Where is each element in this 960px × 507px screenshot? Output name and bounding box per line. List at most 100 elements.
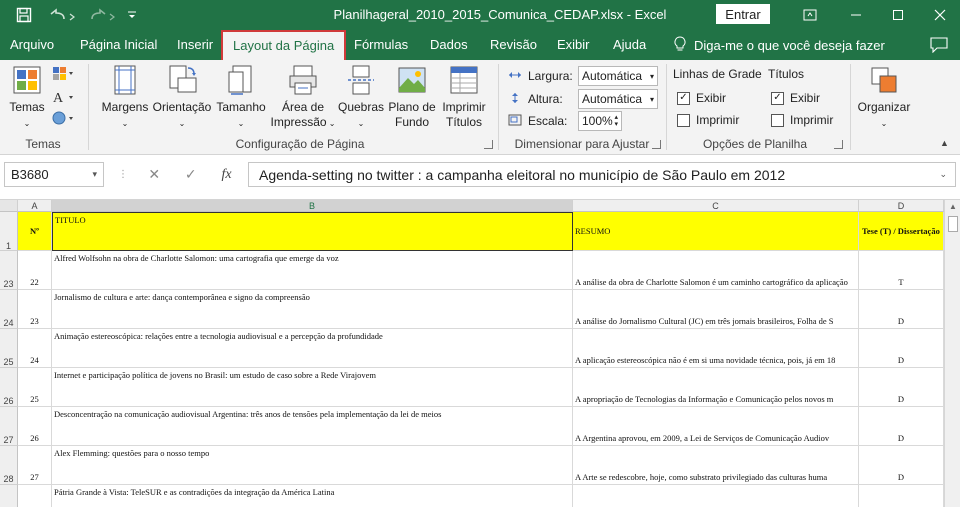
- tab-file[interactable]: Arquivo: [10, 30, 54, 60]
- customize-quick-access-icon[interactable]: [124, 4, 140, 26]
- table-cell-type[interactable]: T: [859, 251, 944, 290]
- table-cell-type[interactable]: D: [859, 368, 944, 407]
- gridlines-view-checkbox[interactable]: ✓: [677, 91, 690, 105]
- column-header-b[interactable]: B: [52, 200, 573, 212]
- cancel-icon[interactable]: ✕: [148, 166, 160, 183]
- collapse-ribbon-icon[interactable]: ▲: [940, 138, 949, 148]
- themes-button[interactable]: Temas ⌄: [6, 64, 48, 131]
- more-options-icon[interactable]: ⋮: [118, 169, 128, 180]
- name-box[interactable]: B3680 ▾: [4, 162, 104, 187]
- tab-home[interactable]: Página Inicial: [80, 30, 157, 60]
- table-cell-number[interactable]: [18, 485, 52, 507]
- table-cell-summary[interactable]: A apropriação de Tecnologias da Informaç…: [573, 368, 859, 407]
- column-header-a[interactable]: A: [18, 200, 52, 212]
- gridlines-view-option[interactable]: ✓ Exibir: [677, 91, 726, 105]
- column-header-c[interactable]: C: [573, 200, 859, 212]
- table-cell-title[interactable]: Desconcentração na comunicação audiovisu…: [52, 407, 573, 446]
- size-button[interactable]: Tamanho ⌄: [214, 64, 268, 131]
- theme-fonts-icon[interactable]: A: [52, 88, 76, 111]
- sign-in-button[interactable]: Entrar: [716, 4, 770, 24]
- table-cell-type[interactable]: D: [859, 446, 944, 485]
- background-button[interactable]: Plano de Fundo: [386, 64, 438, 130]
- undo-icon[interactable]: [44, 4, 80, 26]
- table-cell-number[interactable]: 25: [18, 368, 52, 407]
- margins-button[interactable]: Margens ⌄: [100, 64, 150, 131]
- minimize-icon[interactable]: [836, 0, 876, 30]
- table-cell-title[interactable]: Jornalismo de cultura e arte: dança cont…: [52, 290, 573, 329]
- close-icon[interactable]: [920, 0, 960, 30]
- table-cell-type[interactable]: D: [859, 407, 944, 446]
- print-area-button[interactable]: Área de Impressão ⌄: [268, 64, 338, 131]
- table-cell-number[interactable]: 23: [18, 290, 52, 329]
- table-cell-type[interactable]: D: [859, 290, 944, 329]
- row-header[interactable]: 26: [0, 368, 18, 407]
- enter-icon[interactable]: ✓: [185, 166, 197, 183]
- table-cell-summary[interactable]: A análise do Jornalismo Cultural (JC) em…: [573, 290, 859, 329]
- gridlines-print-option[interactable]: Imprimir: [677, 113, 739, 127]
- sheet-options-dialog-launcher-icon[interactable]: [834, 140, 843, 149]
- row-header[interactable]: 23: [0, 251, 18, 290]
- table-cell-summary[interactable]: A aplicação estereoscópica não é em si u…: [573, 329, 859, 368]
- table-cell-summary[interactable]: A análise da obra de Charlotte Salomon é…: [573, 251, 859, 290]
- table-cell-summary[interactable]: [573, 485, 859, 507]
- save-icon[interactable]: [12, 4, 36, 26]
- arrange-button[interactable]: Organizar ⌄: [856, 64, 912, 131]
- vertical-scrollbar[interactable]: ▲: [944, 200, 960, 507]
- row-header[interactable]: 27: [0, 407, 18, 446]
- print-titles-button[interactable]: Imprimir Títulos: [438, 64, 490, 130]
- cell-header-title[interactable]: TITULO: [52, 212, 573, 251]
- page-setup-dialog-launcher-icon[interactable]: [484, 140, 493, 149]
- table-cell-number[interactable]: 26: [18, 407, 52, 446]
- table-cell-type[interactable]: [859, 485, 944, 507]
- tell-me-search[interactable]: Diga-me o que você deseja fazer: [674, 30, 885, 60]
- headings-view-checkbox[interactable]: ✓: [771, 91, 784, 105]
- tab-view[interactable]: Exibir: [557, 30, 590, 60]
- scale-spinner[interactable]: 100% ▴ ▾: [578, 111, 622, 131]
- scale-to-fit-dialog-launcher-icon[interactable]: [652, 140, 661, 149]
- width-dropdown[interactable]: Automática ▾: [578, 66, 658, 86]
- table-cell-number[interactable]: 22: [18, 251, 52, 290]
- orientation-button[interactable]: Orientação ⌄: [152, 64, 212, 131]
- scroll-thumb[interactable]: [948, 216, 958, 232]
- comments-icon[interactable]: [930, 37, 948, 54]
- maximize-icon[interactable]: [878, 0, 918, 30]
- cell-header-summary[interactable]: RESUMO: [573, 212, 859, 251]
- table-cell-type[interactable]: D: [859, 329, 944, 368]
- table-cell-title[interactable]: Internet e participação política de jove…: [52, 368, 573, 407]
- select-all-corner[interactable]: [0, 200, 18, 212]
- tab-formulas[interactable]: Fórmulas: [354, 30, 408, 60]
- insert-function-icon[interactable]: fx: [221, 167, 231, 183]
- row-header[interactable]: 25: [0, 329, 18, 368]
- row-header[interactable]: 1: [0, 212, 18, 251]
- height-dropdown[interactable]: Automática ▾: [578, 89, 658, 109]
- redo-icon[interactable]: [84, 4, 120, 26]
- ribbon-display-options-icon[interactable]: [790, 0, 830, 30]
- table-cell-number[interactable]: 24: [18, 329, 52, 368]
- expand-formula-bar-icon[interactable]: ⌄: [939, 169, 947, 180]
- breaks-button[interactable]: Quebras ⌄: [338, 64, 384, 131]
- table-cell-summary[interactable]: A Argentina aprovou, em 2009, a Lei de S…: [573, 407, 859, 446]
- tab-review[interactable]: Revisão: [490, 30, 537, 60]
- theme-colors-icon[interactable]: [52, 66, 76, 85]
- table-cell-summary[interactable]: A Arte se redescobre, hoje, como substra…: [573, 446, 859, 485]
- cell-header-number[interactable]: Nº: [18, 212, 52, 251]
- column-header-d[interactable]: D: [859, 200, 944, 212]
- headings-print-option[interactable]: Imprimir: [771, 113, 833, 127]
- row-header[interactable]: 28: [0, 446, 18, 485]
- tab-data[interactable]: Dados: [430, 30, 468, 60]
- tab-insert[interactable]: Inserir: [177, 30, 213, 60]
- headings-view-option[interactable]: ✓ Exibir: [771, 91, 820, 105]
- formula-input[interactable]: Agenda-setting no twitter : a campanha e…: [248, 162, 956, 187]
- table-cell-title[interactable]: Alfred Wolfsohn na obra de Charlotte Sal…: [52, 251, 573, 290]
- row-header[interactable]: 24: [0, 290, 18, 329]
- table-cell-title[interactable]: Alex Flemming: questões para o nosso tem…: [52, 446, 573, 485]
- table-cell-title[interactable]: Pátria Grande à Vista: TeleSUR e as cont…: [52, 485, 573, 507]
- theme-effects-icon[interactable]: [52, 110, 76, 129]
- gridlines-print-checkbox[interactable]: [677, 113, 690, 127]
- tab-help[interactable]: Ajuda: [613, 30, 646, 60]
- headings-print-checkbox[interactable]: [771, 113, 784, 127]
- worksheet-grid[interactable]: A B C D 1 Nº TITULO RESUMO Tese (T) / Di…: [0, 200, 944, 507]
- cell-header-type[interactable]: Tese (T) / Dissertação: [859, 212, 944, 251]
- tab-page-layout[interactable]: Layout da Página: [221, 30, 347, 60]
- scroll-up-icon[interactable]: ▲: [945, 200, 960, 214]
